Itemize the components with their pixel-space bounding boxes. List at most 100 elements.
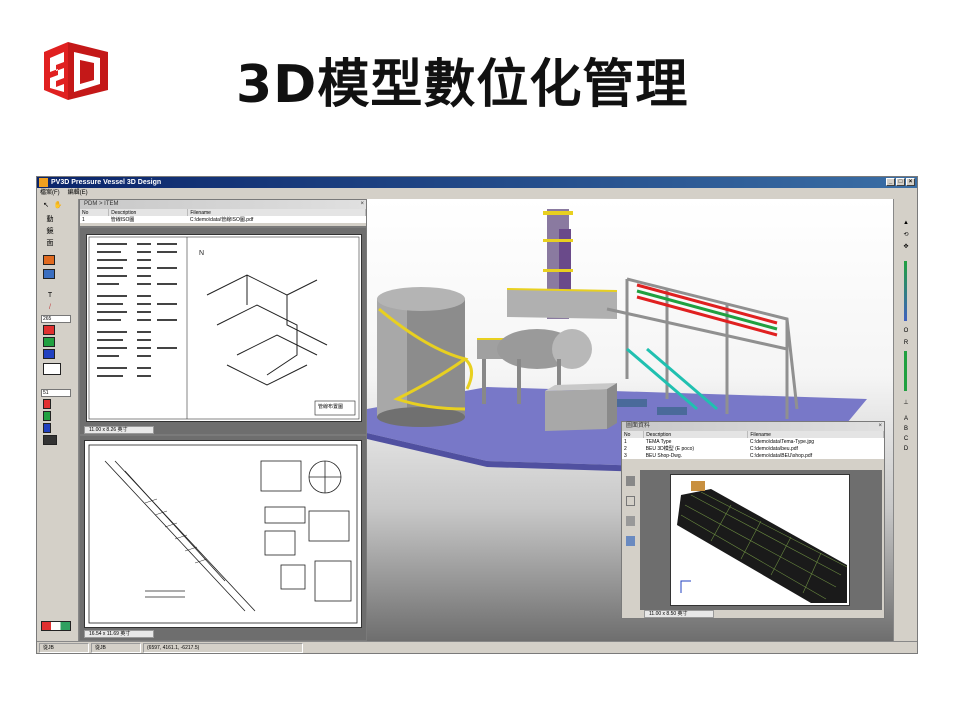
iso-drawing-viewer[interactable]: N 管線布置圖 11.00 x 8.26 英寸 [79,227,367,435]
cell-filename: C:\demo\data\管線ISO圖.pdf [189,217,254,223]
menu-edit[interactable]: 編輯(E) [68,188,88,198]
company-logo [44,42,108,100]
exchanger-render [677,481,848,603]
status-mode: 從JB [39,643,89,653]
red-mini-swatch[interactable] [43,399,51,409]
pdf-viewer[interactable] [640,470,882,610]
app-icon [39,178,48,187]
maximize-button[interactable]: □ [896,178,905,186]
statusbar: 從JB 從JB (6597, 4161.1, -6217.5) [37,641,917,653]
stroke-color-swatch[interactable] [43,435,57,445]
sheet-size-top: 11.00 x 8.26 英寸 [84,426,154,434]
status-coords: (6597, 4161.1, -6217.5) [143,643,303,653]
col-filename[interactable]: Filename [187,209,366,216]
cell-filename: C:\demo\data\Tema-Type.jpg [749,438,815,445]
view-c[interactable]: C [900,435,912,444]
minimize-button[interactable]: _ [886,178,895,186]
cell-description: BEU Shop-Dwg. [645,452,683,459]
cell-description: 管線ISO圖 [110,217,135,223]
color-blue-swatch[interactable] [43,349,55,359]
cell-description: BEU 3D模型 (E poco) [645,446,695,452]
color-red-swatch[interactable] [43,325,55,335]
pdf-side-tools [622,470,640,610]
right-toolbar: ▲ ⟲ ✥ O R ⊥ A B C D [893,199,917,641]
col-no[interactable]: No [622,431,645,438]
drawing-data-title-text: 圖面資料 [626,423,651,429]
fill-color-swatch[interactable] [43,363,61,375]
pdm-item-panel: PDM > ITEM × No Description Filename 1 管… [79,199,367,227]
col-description[interactable]: Description [108,209,189,216]
table-row[interactable]: 2 BEU 3D模型 (E poco) C:\demo\data\beu.pdf [622,445,884,453]
iso-drawing-sheet: N 管線布置圖 [86,234,362,422]
pages-icon[interactable] [626,476,635,486]
close-icon[interactable]: × [878,422,882,431]
view-orbit[interactable]: O [900,327,912,336]
app-window: PV3D Pressure Vessel 3D Design _ □ × 檔案(… [36,176,918,654]
col-description[interactable]: Description [643,431,749,438]
view-b[interactable]: B [900,425,912,434]
cell-no: 2 [624,445,627,452]
tool-mirror[interactable]: 鏡 [45,227,55,237]
close-button[interactable]: × [906,178,915,186]
iso-drawing-graphic: N [88,236,360,420]
app-titlebar: PV3D Pressure Vessel 3D Design _ □ × [37,177,917,188]
tool-move[interactable]: 動 [45,215,55,225]
view-a[interactable]: A [900,415,912,424]
axis-icon[interactable]: ⊥ [900,399,912,408]
drawing-data-table: No Description Filename 1 TEMA Type C:\d… [622,431,884,459]
cell-no: 3 [624,452,627,459]
cell-filename: C:\demo\data\beu.pdf [749,445,798,452]
line-width-field[interactable]: 265 [41,315,71,323]
stair-drawing-graphic [88,444,358,624]
exchanger-sheet [670,474,850,606]
hand-icon[interactable]: ✋ [53,201,63,211]
bookmark-icon[interactable] [626,536,635,546]
layer-icon[interactable] [43,269,55,279]
select-arrow-icon[interactable]: ↖ [41,201,51,211]
col-no[interactable]: No [80,209,110,216]
stair-drawing-sheet [84,440,362,628]
app-window-title: PV3D Pressure Vessel 3D Design [51,179,162,186]
drawing-data-title: 圖面資料 × [622,422,884,431]
menubar: 檔案(F) 編輯(E) [37,188,88,198]
table-row[interactable]: 1 管線ISO圖 C:\demo\data\管線ISO圖.pdf [80,216,366,224]
cell-description: TEMA Type [645,438,672,445]
pdm-item-title-text: PDM > ITEM [84,201,119,207]
rotate-icon[interactable]: ⟲ [900,231,912,240]
pdm-item-table: No Description Filename 1 管線ISO圖 C:\demo… [80,209,366,223]
left-toolbar: ↖ ✋ 動 鏡 面 T / 265 51 [37,199,79,641]
size-field[interactable]: 51 [41,389,71,397]
pen-icon[interactable]: / [45,303,55,313]
control-box [545,389,607,431]
palette-icon[interactable] [43,255,55,265]
green-mini-swatch[interactable] [43,411,51,421]
pdm-item-title: PDM > ITEM × [80,200,366,209]
iso-stamp-label: 管線布置圖 [318,404,344,410]
close-icon[interactable]: × [360,200,364,209]
svg-text:N: N [199,250,204,257]
view-d[interactable]: D [900,445,912,454]
view-reset[interactable]: R [900,339,912,348]
status-sub: 從JB [91,643,141,653]
table-row[interactable]: 1 TEMA Type C:\demo\data\Tema-Type.jpg [622,438,884,445]
attach-icon[interactable] [626,496,635,506]
pan-icon[interactable]: ✥ [900,243,912,252]
zoom-in-icon[interactable]: ▲ [900,219,912,228]
menu-file[interactable]: 檔案(F) [40,188,60,198]
slide-title: 3D模型數位化管理 [236,55,689,115]
color-green-swatch[interactable] [43,337,55,347]
cell-no: 1 [624,438,627,445]
layers-icon[interactable] [626,516,635,526]
tool-text[interactable]: T [45,291,55,301]
status-color-strip [41,621,71,631]
tool-face[interactable]: 面 [45,239,55,249]
cell-filename: C:\demo\data\BEU\shop.pdf [749,452,813,459]
slide: 3D模型數位化管理 PV3D Pressure Vessel 3D Design… [0,0,960,720]
col-filename[interactable]: Filename [747,431,884,438]
depth-slider[interactable] [904,351,907,391]
table-row[interactable]: 3 BEU Shop-Dwg. C:\demo\data\BEU\shop.pd… [622,452,884,459]
stair-drawing-viewer[interactable]: 16.54 x 11.69 英寸 [79,435,367,641]
zoom-slider[interactable] [904,261,907,321]
sheet-size-bottom: 16.54 x 11.69 英寸 [84,630,154,638]
blue-mini-swatch[interactable] [43,423,51,433]
